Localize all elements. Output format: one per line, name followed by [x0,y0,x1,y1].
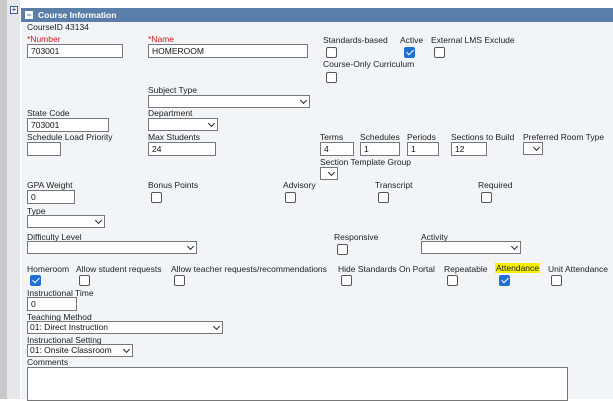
advisory-checkbox[interactable] [285,192,296,203]
terms-label: Terms [320,132,344,142]
allow-teacher-requests-label: Allow teacher requests/recommendations [171,264,327,274]
chevron-down-icon [94,216,103,225]
schedule-load-priority-label: Schedule Load Priority [27,132,113,142]
preferred-room-type-select[interactable] [523,142,543,155]
chevron-down-icon [327,168,336,177]
difficulty-level-select[interactable] [27,241,197,254]
unit-attendance-label: Unit Attendance [548,264,609,274]
required-checkbox[interactable] [481,192,492,203]
instructional-setting-select[interactable]: 01: Onsite Classroom [27,344,133,357]
preferred-room-type-label: Preferred Room Type [523,132,605,142]
repeatable-label: Repeatable [444,264,488,274]
allow-student-requests-checkbox[interactable] [79,275,90,286]
bonus-points-checkbox[interactable] [151,192,162,203]
advisory-label: Advisory [283,180,316,190]
transcript-checkbox[interactable] [378,192,389,203]
teaching-method-select[interactable]: 01: Direct Instruction [27,321,223,334]
course-id-label: CourseID 43134 [27,22,89,32]
allow-student-requests-label: Allow student requests [76,264,162,274]
subject-type-label: Subject Type [148,85,197,95]
bonus-points-label: Bonus Points [148,180,199,190]
responsive-checkbox[interactable] [337,244,348,255]
standards-based-label: Standards-based [323,35,388,45]
state-code-label: State Code [27,108,70,118]
state-code-input[interactable] [27,118,109,132]
hide-standards-on-portal-label: Hide Standards On Portal [338,264,435,274]
hide-standards-on-portal-checkbox[interactable] [341,275,352,286]
section-title: Course Information [38,10,117,20]
periods-input[interactable] [407,142,439,156]
schedules-input[interactable] [360,142,400,156]
course-form: CourseID 43134 *Number *Name Standards-b… [21,22,613,401]
tree-gutter [7,0,20,399]
external-lms-exclude-checkbox[interactable] [434,47,445,58]
schedule-load-priority-input[interactable] [27,142,61,156]
section-template-group-select[interactable] [320,167,338,180]
comments-label: Comments [27,357,69,367]
active-checkbox[interactable] [404,47,415,58]
standards-based-checkbox[interactable] [326,47,337,58]
active-label: Active [400,35,424,45]
chevron-down-icon [532,143,541,152]
department-select[interactable] [148,118,218,131]
external-lms-exclude-label: External LMS Exclude [431,35,515,45]
comments-textarea[interactable] [27,367,568,401]
homeroom-label: Homeroom [27,264,70,274]
sections-to-build-label: Sections to Build [451,132,515,142]
gpa-weight-input[interactable] [27,190,75,204]
subject-type-select[interactable] [148,95,310,108]
chevron-down-icon [186,242,195,251]
collapse-all-icon[interactable]: + [10,6,18,14]
sections-to-build-input[interactable] [451,142,487,156]
instructional-time-input[interactable] [27,297,77,311]
unit-attendance-checkbox[interactable] [551,275,562,286]
homeroom-checkbox[interactable] [30,275,41,286]
name-label: *Name [148,34,174,44]
max-students-label: Max Students [148,132,200,142]
max-students-input[interactable] [148,142,216,156]
collapse-section-icon[interactable]: − [25,11,33,20]
gpa-weight-label: GPA Weight [27,180,73,190]
responsive-label: Responsive [334,232,379,242]
chevron-down-icon [299,96,308,105]
attendance-label: Attendance [495,263,541,273]
department-label: Department [148,108,193,118]
periods-label: Periods [407,132,436,142]
repeatable-checkbox[interactable] [447,275,458,286]
transcript-label: Transcript [375,180,413,190]
chevron-down-icon [122,345,131,354]
activity-select[interactable] [421,241,521,254]
course-information-header: − Course Information [21,8,613,22]
chevron-down-icon [510,242,519,251]
number-label: *Number [27,34,61,44]
allow-teacher-requests-checkbox[interactable] [174,275,185,286]
required-label: Required [478,180,513,190]
course-only-curriculum-label: Course-Only Curriculum [323,59,415,69]
left-edge-bar [0,0,7,399]
course-only-curriculum-checkbox[interactable] [326,72,337,83]
terms-input[interactable] [320,142,354,156]
section-template-group-label: Section Template Group [320,157,412,167]
chevron-down-icon [212,322,221,331]
name-input[interactable] [148,44,308,58]
chevron-down-icon [207,119,216,128]
schedules-label: Schedules [360,132,400,142]
number-input[interactable] [27,44,123,58]
attendance-checkbox[interactable] [499,275,510,286]
type-select[interactable] [27,215,105,228]
